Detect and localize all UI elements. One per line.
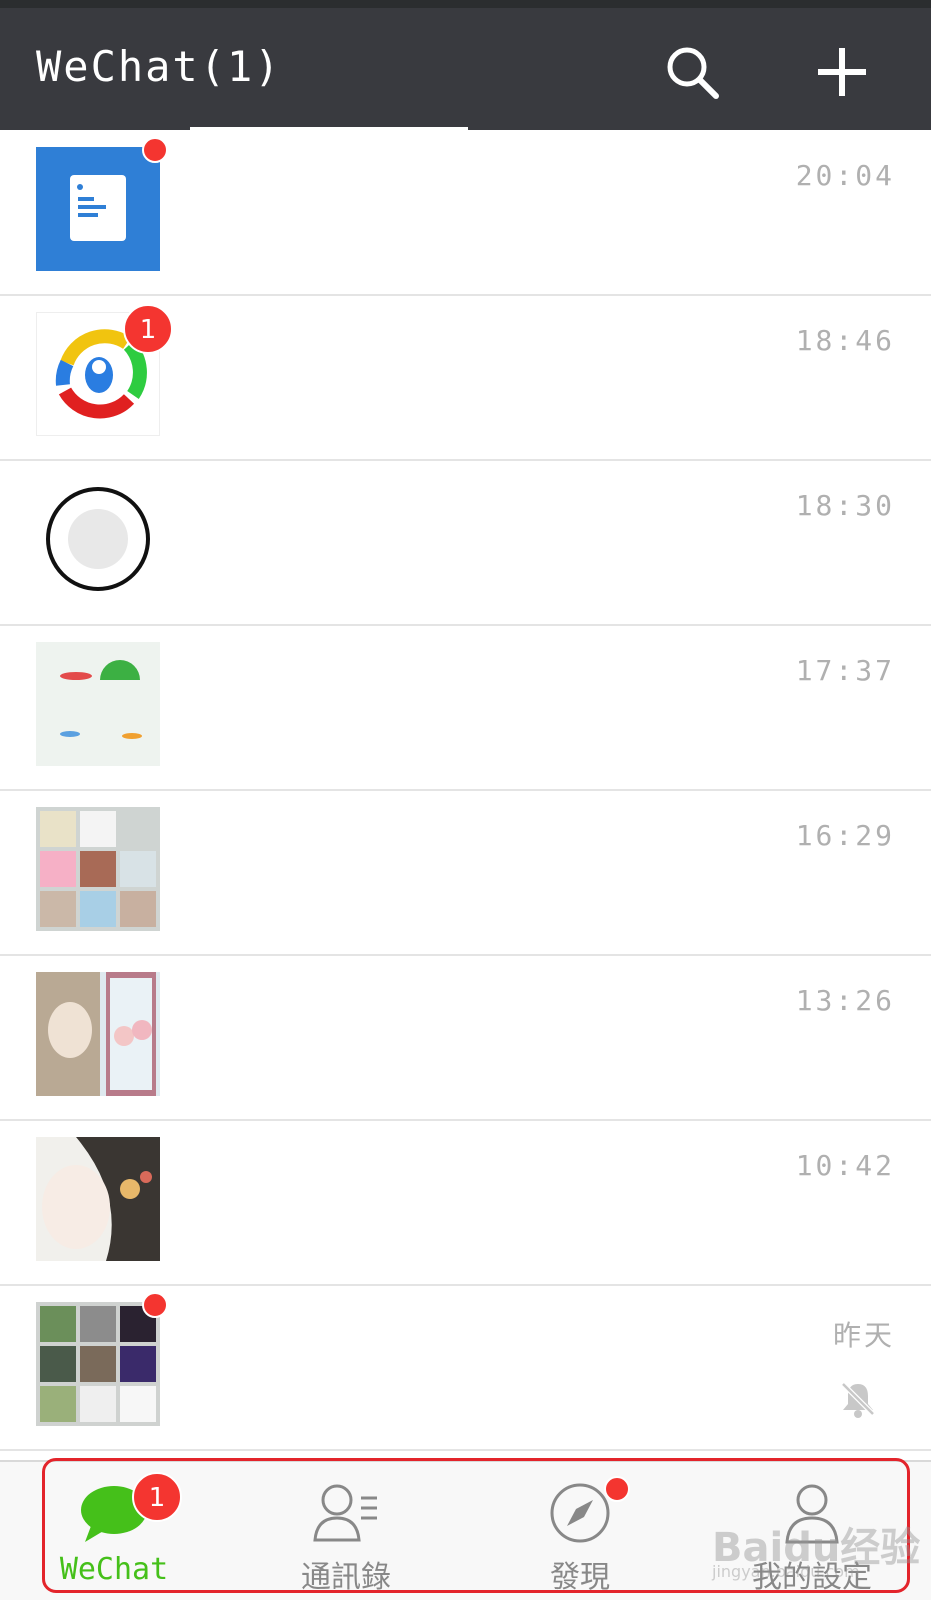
- group-photo-grid-icon: [40, 1306, 156, 1422]
- mute-bell-icon: [840, 1381, 876, 1418]
- unread-dot: [604, 1476, 630, 1502]
- chat-row[interactable]: 20:04: [0, 131, 931, 296]
- tab-contacts[interactable]: 通訊錄: [246, 1480, 446, 1595]
- unread-dot: [142, 137, 168, 163]
- avatar: [36, 642, 160, 766]
- photo-icon: [36, 972, 160, 1096]
- chat-row[interactable]: 13:26: [0, 956, 931, 1121]
- tab-label: 發現: [550, 1560, 610, 1595]
- chat-time: 18:46: [795, 324, 895, 357]
- tab-label: WeChat: [59, 1552, 169, 1587]
- chat-time: 昨天: [832, 1319, 895, 1352]
- add-button[interactable]: [816, 46, 868, 98]
- group-avatar: [36, 1302, 160, 1426]
- contacts-icon: [313, 1484, 377, 1542]
- search-icon: [667, 47, 719, 99]
- illustration-icon: [36, 1137, 160, 1261]
- plus-icon: [818, 48, 866, 96]
- chat-row[interactable]: 16:29: [0, 791, 931, 956]
- watermark-url: jingyan.baidu.com: [712, 1562, 860, 1581]
- group-avatar: [36, 807, 160, 931]
- colorful-logo-icon: [60, 660, 142, 739]
- chat-time: 10:42: [795, 1149, 895, 1182]
- unread-dot: [142, 1292, 168, 1318]
- chat-list: 20:04 1 18:46 18:30 17:37 16:29 13:26 10…: [0, 131, 931, 1451]
- chat-row[interactable]: 昨天: [0, 1286, 931, 1451]
- chat-row[interactable]: 18:30: [0, 461, 931, 626]
- chat-time: 20:04: [795, 159, 895, 192]
- app-title: WeChat(1): [36, 42, 282, 91]
- tab-wechat[interactable]: WeChat 1: [14, 1472, 214, 1595]
- search-button[interactable]: [664, 44, 720, 100]
- document-icon: [70, 175, 126, 241]
- chat-row[interactable]: 17:37: [0, 626, 931, 791]
- chat-time: 18:30: [795, 489, 895, 522]
- avatar: [36, 147, 160, 271]
- status-bar: [0, 0, 931, 8]
- chat-time: 16:29: [795, 819, 895, 852]
- chat-time: 13:26: [795, 984, 895, 1017]
- unread-count-badge: 1: [123, 304, 173, 354]
- avatar: [36, 1137, 160, 1261]
- top-bar: WeChat(1): [0, 8, 931, 130]
- tab-label: 通訊錄: [301, 1560, 391, 1595]
- chat-time: 17:37: [795, 654, 895, 687]
- unread-count-badge: 1: [132, 1472, 182, 1522]
- chat-row[interactable]: 10:42: [0, 1121, 931, 1286]
- circle-logo-icon: [46, 487, 150, 591]
- group-photo-grid-icon: [40, 811, 156, 927]
- avatar: [36, 972, 160, 1096]
- chat-row[interactable]: 1 18:46: [0, 296, 931, 461]
- tab-discover[interactable]: 發現: [480, 1476, 680, 1595]
- avatar: [36, 477, 160, 601]
